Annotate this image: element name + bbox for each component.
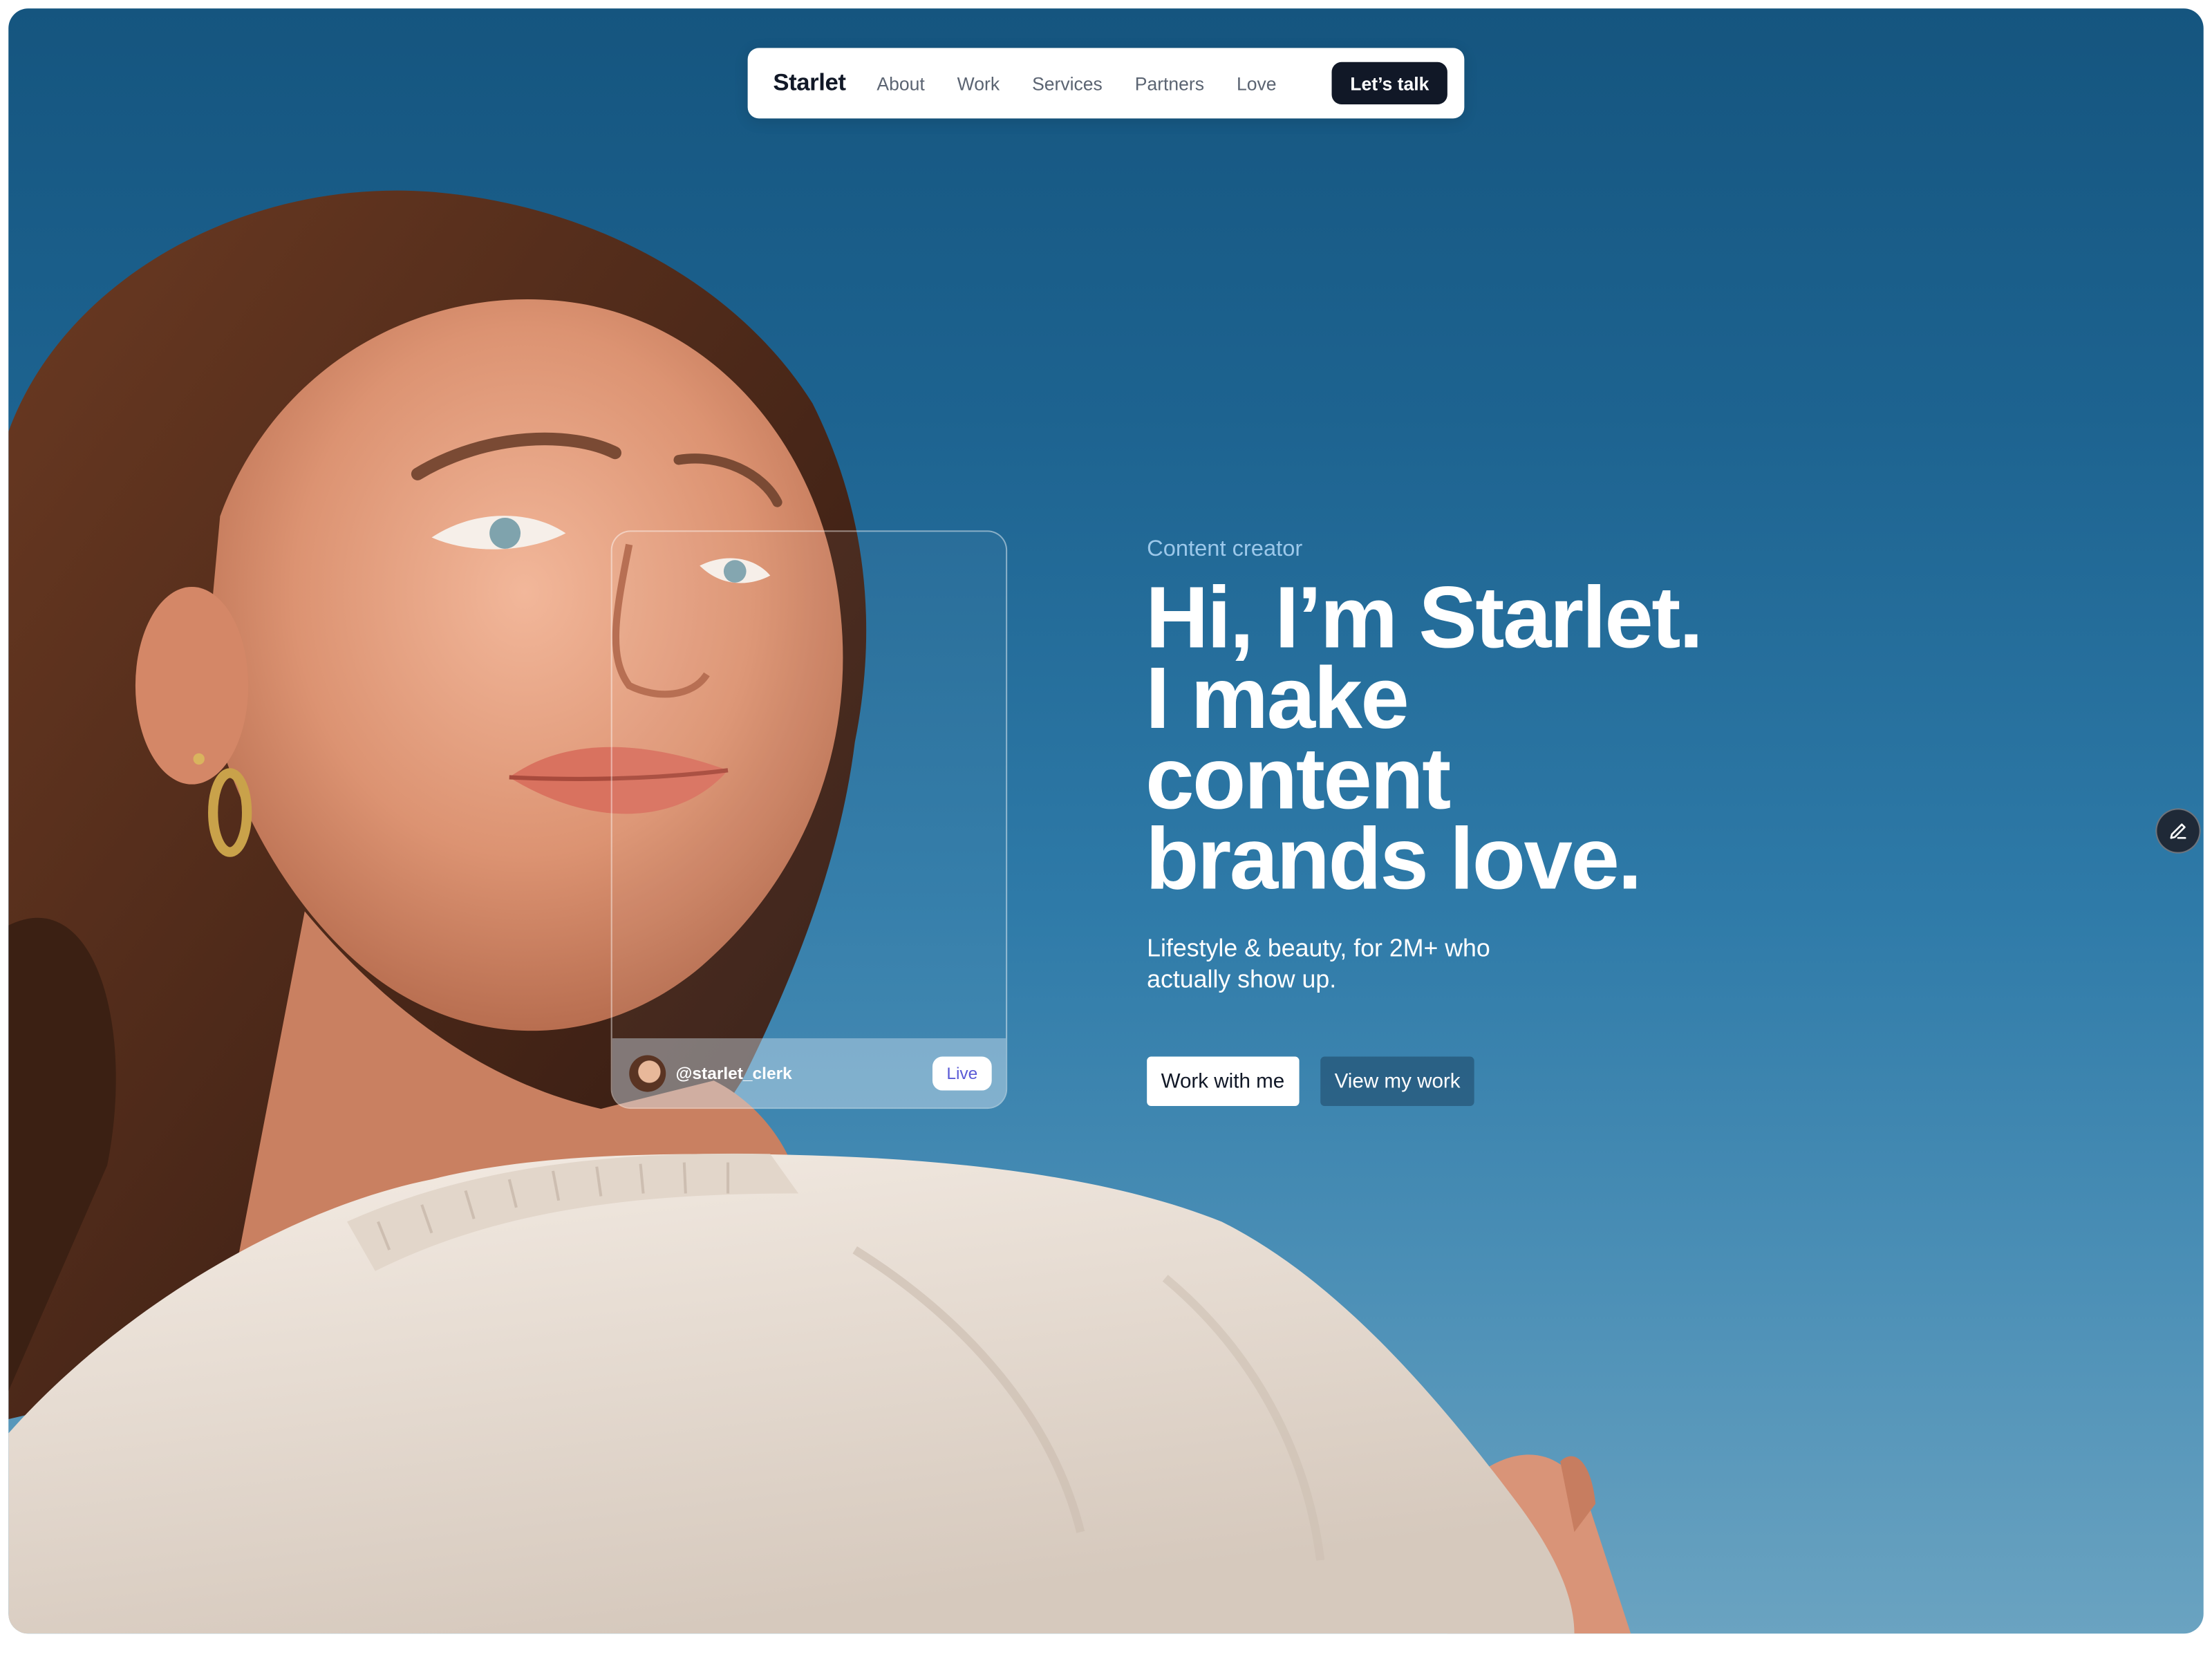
brand-logo[interactable]: Starlet — [773, 69, 846, 97]
view-my-work-button[interactable]: View my work — [1320, 1056, 1474, 1106]
hero-subtitle: Lifestyle & beauty, for 2M+ who actually… — [1147, 934, 1490, 993]
profile-card-footer: @starlet_clerk Live — [612, 1038, 1006, 1108]
headline-line-3: content — [1145, 731, 1451, 828]
hero-headline: Hi, I’m Starlet. I make content brands l… — [1145, 570, 1936, 909]
avatar — [629, 1054, 666, 1091]
headline-line-1: Hi, I’m Starlet. — [1145, 570, 1703, 668]
work-with-me-button[interactable]: Work with me — [1147, 1056, 1299, 1106]
pencil-icon — [2170, 823, 2186, 839]
nav-link-about[interactable]: About — [877, 73, 924, 94]
nav-link-partners[interactable]: Partners — [1135, 73, 1204, 94]
hero-eyebrow: Content creator — [1147, 537, 1303, 562]
edit-button[interactable] — [2155, 808, 2201, 854]
hero-section: Starlet About Work Services Partners Lov… — [8, 8, 2204, 1634]
profile-handle[interactable]: @starlet_clerk — [676, 1063, 792, 1083]
nav-link-services[interactable]: Services — [1032, 73, 1103, 94]
nav-link-work[interactable]: Work — [957, 73, 1000, 94]
profile-card: @starlet_clerk Live — [610, 530, 1008, 1109]
nav-link-love[interactable]: Love — [1237, 73, 1277, 94]
live-badge[interactable]: Live — [932, 1056, 992, 1090]
headline-line-4: brands love. — [1145, 811, 1642, 909]
headline-line-2: I make — [1145, 650, 1409, 748]
top-nav: Starlet About Work Services Partners Lov… — [747, 48, 1465, 119]
lets-talk-button[interactable]: Let’s talk — [1331, 62, 1447, 105]
